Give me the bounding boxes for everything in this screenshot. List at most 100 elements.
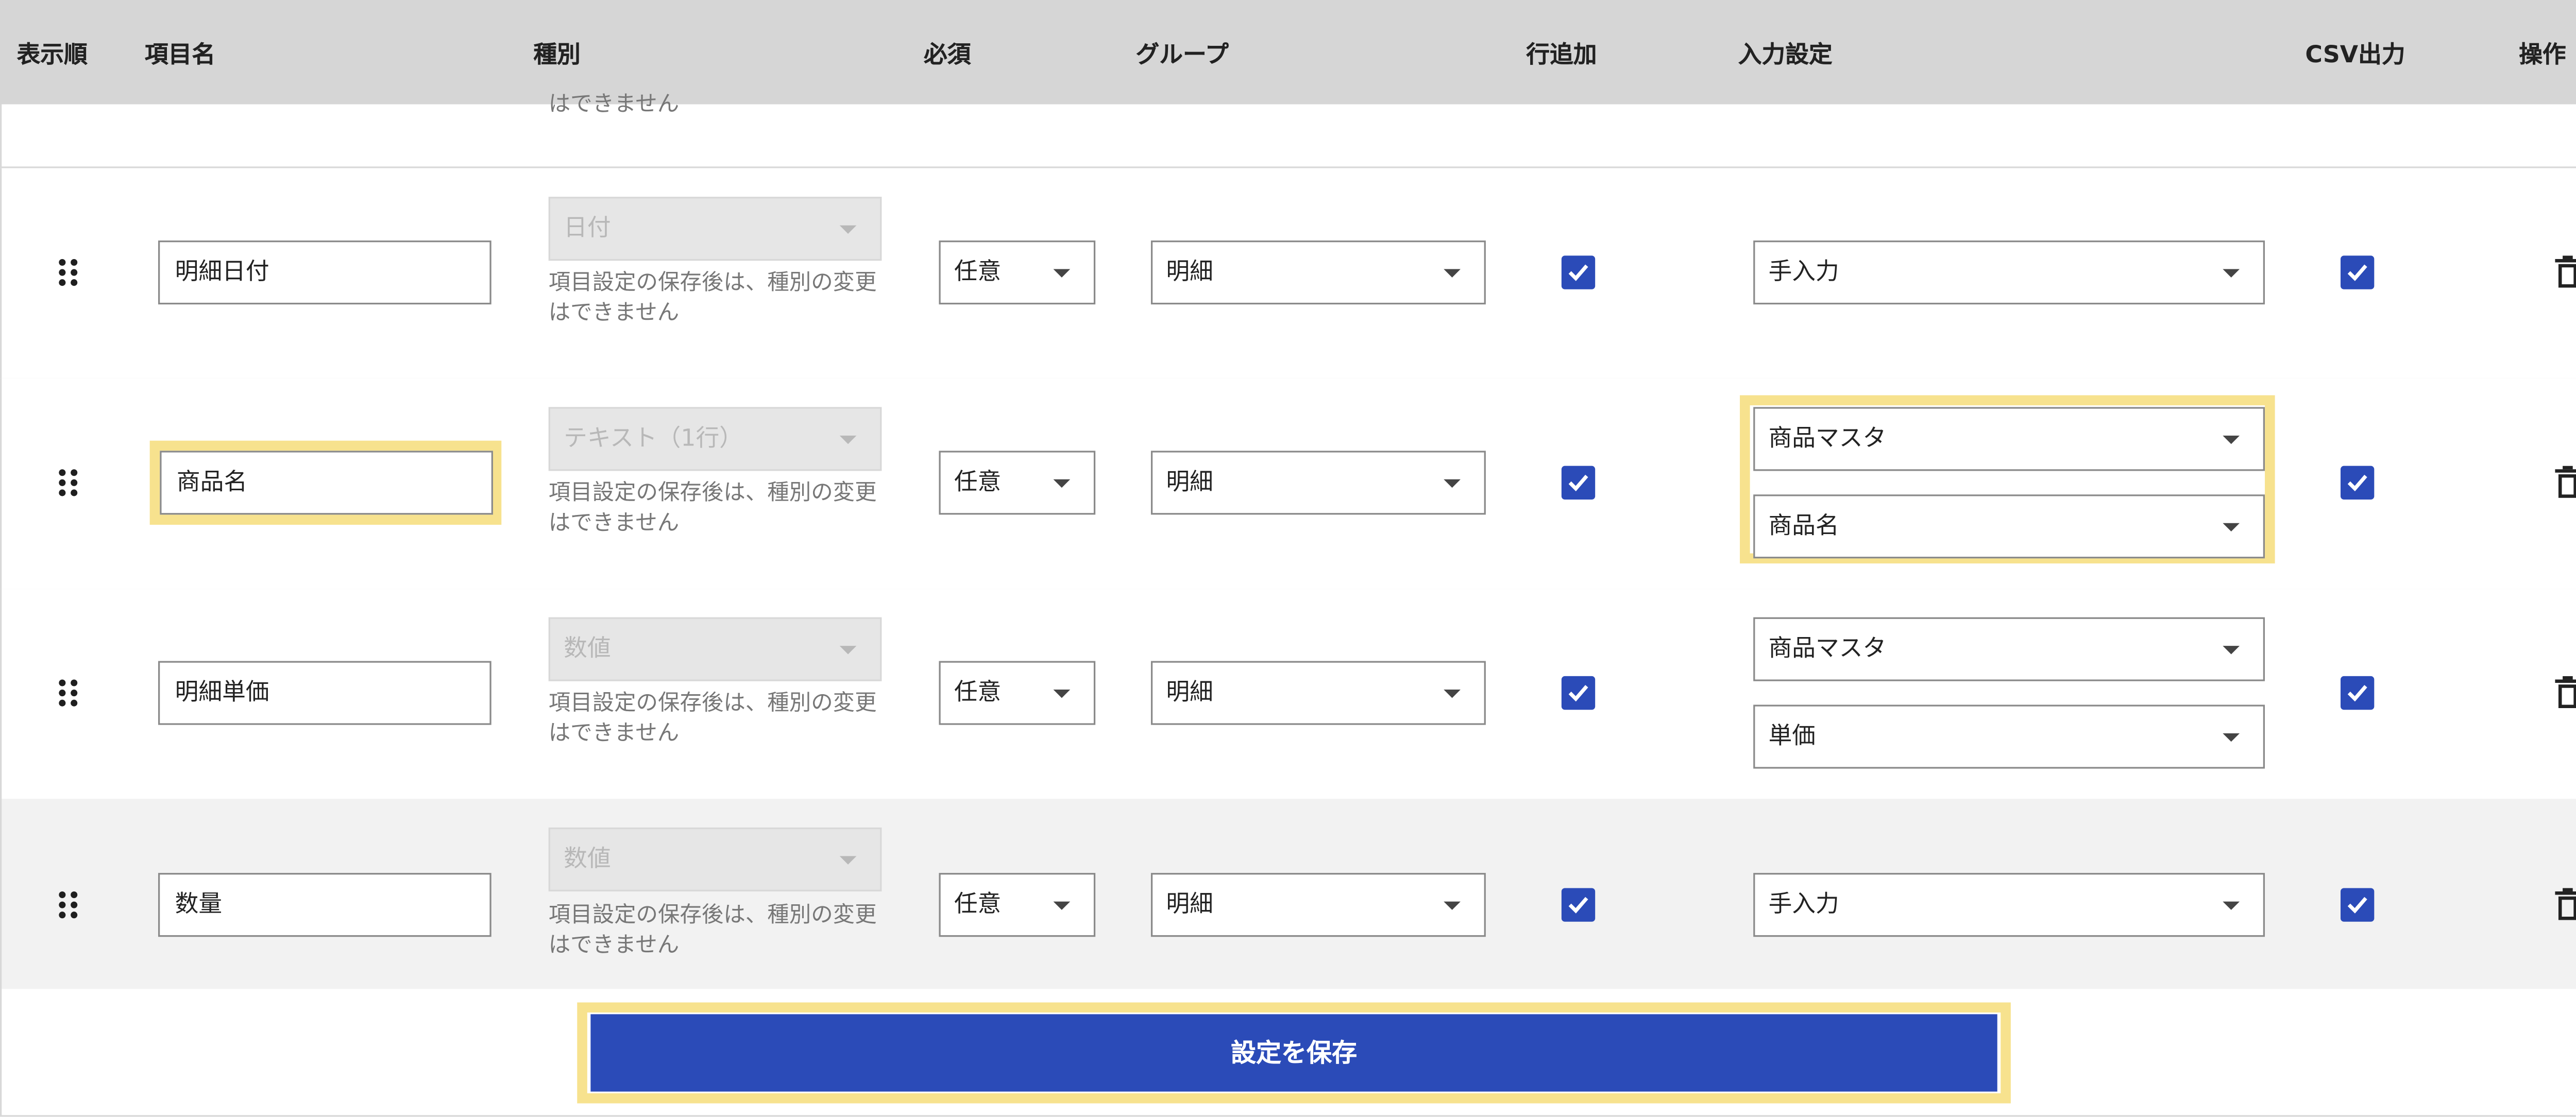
field-name-input[interactable]: 数量 xyxy=(158,873,492,937)
field-name-input[interactable]: 明細単価 xyxy=(158,661,492,725)
type-select: 数値 xyxy=(548,827,882,891)
type-select: 日付 xyxy=(548,197,882,261)
group-select[interactable]: 明細 xyxy=(1150,873,1486,937)
csv-output-checkbox[interactable] xyxy=(2341,255,2375,289)
master-select-value: 商品マスタ xyxy=(1768,425,1887,453)
input-setting-select[interactable]: 手入力 xyxy=(1753,873,2265,937)
type-select-value: テキスト（1行） xyxy=(564,425,743,453)
chevron-down-icon xyxy=(1444,479,1461,488)
master-select[interactable]: 商品マスタ xyxy=(1753,407,2265,471)
save-settings-button[interactable]: 設定を保存 xyxy=(590,1014,1997,1092)
header-type: 種別 xyxy=(533,42,581,69)
table-row: 明細日付 日付 項目設定の保存後は、種別の変更はできません 任意 明細 手入力 xyxy=(0,168,2576,381)
chevron-down-icon xyxy=(839,856,857,865)
required-select-value: 任意 xyxy=(954,679,1002,707)
input-setting-select[interactable]: 手入力 xyxy=(1753,240,2265,305)
trash-icon[interactable] xyxy=(2554,888,2576,921)
chevron-down-icon xyxy=(2223,269,2240,278)
master-field-select-value: 商品名 xyxy=(1768,513,1839,540)
field-settings-screen: 表示順 項目名 種別 必須 グループ 行追加 入力設定 CSV出力 操作 はでき… xyxy=(0,0,2576,1117)
trash-icon[interactable] xyxy=(2554,466,2576,500)
chevron-down-icon xyxy=(1444,690,1461,698)
type-select-value: 日付 xyxy=(564,215,611,243)
checkmark-icon xyxy=(2347,264,2367,281)
chevron-down-icon xyxy=(1053,690,1071,698)
master-field-select-value: 単価 xyxy=(1768,723,1816,750)
chevron-down-icon xyxy=(2223,646,2240,655)
chevron-down-icon xyxy=(839,435,857,444)
header-required: 必須 xyxy=(924,42,971,69)
master-field-select[interactable]: 単価 xyxy=(1753,704,2265,769)
previous-row-partial: はできません xyxy=(0,93,2576,168)
table-header: 表示順 項目名 種別 必須 グループ 行追加 入力設定 CSV出力 操作 xyxy=(0,0,2576,105)
group-select[interactable]: 明細 xyxy=(1150,451,1486,515)
chevron-down-icon xyxy=(1053,479,1071,488)
drag-handle-icon[interactable] xyxy=(59,891,78,919)
csv-output-checkbox[interactable] xyxy=(2341,888,2375,922)
master-select-value: 商品マスタ xyxy=(1768,635,1887,663)
group-select-value: 明細 xyxy=(1166,679,1213,707)
required-select[interactable]: 任意 xyxy=(939,240,1096,305)
group-select-value: 明細 xyxy=(1166,891,1213,919)
add-row-checkbox[interactable] xyxy=(1561,888,1596,922)
field-name-input[interactable]: 商品名 xyxy=(160,451,493,515)
chevron-down-icon xyxy=(1053,269,1071,278)
input-setting-value: 手入力 xyxy=(1768,259,1839,286)
input-setting-value: 手入力 xyxy=(1768,891,1839,919)
type-select: テキスト（1行） xyxy=(548,407,882,471)
drag-handle-icon[interactable] xyxy=(59,469,78,496)
master-field-select[interactable]: 商品名 xyxy=(1753,494,2265,559)
type-select-value: 数値 xyxy=(564,635,611,663)
chevron-down-icon xyxy=(2223,523,2240,532)
checkmark-icon xyxy=(2347,897,2367,914)
add-row-checkbox[interactable] xyxy=(1561,676,1596,710)
chevron-down-icon xyxy=(2223,435,2240,444)
header-add-row: 行追加 xyxy=(1526,42,1597,69)
chevron-down-icon xyxy=(839,646,857,655)
checkmark-icon xyxy=(1568,685,1588,702)
trash-icon[interactable] xyxy=(2554,255,2576,289)
group-select-value: 明細 xyxy=(1166,259,1213,286)
header-group: グループ xyxy=(1136,42,1229,69)
header-name: 項目名 xyxy=(144,42,216,69)
master-select[interactable]: 商品マスタ xyxy=(1753,617,2265,681)
table-row: 数量 数値 項目設定の保存後は、種別の変更はできません 任意 明細 手入力 xyxy=(0,799,2576,989)
type-note: 項目設定の保存後は、種別の変更はできません xyxy=(548,481,877,537)
chevron-down-icon xyxy=(1444,269,1461,278)
chevron-down-icon xyxy=(1053,901,1071,910)
checkmark-icon xyxy=(1568,264,1588,281)
required-select-value: 任意 xyxy=(954,469,1002,496)
group-select-value: 明細 xyxy=(1166,469,1213,496)
drag-handle-icon[interactable] xyxy=(59,259,78,286)
chevron-down-icon xyxy=(839,225,857,234)
add-row-checkbox[interactable] xyxy=(1561,466,1596,500)
type-note: 項目設定の保存後は、種別の変更はできません xyxy=(548,691,877,747)
type-note: 項目設定の保存後は、種別の変更はできません xyxy=(548,903,877,959)
type-select: 数値 xyxy=(548,617,882,681)
field-name-input[interactable]: 明細日付 xyxy=(158,240,492,305)
type-note: 項目設定の保存後は、種別の変更はできません xyxy=(548,270,877,326)
group-select[interactable]: 明細 xyxy=(1150,240,1486,305)
type-select-value: 数値 xyxy=(564,846,611,873)
table-row: 明細単価 数値 項目設定の保存後は、種別の変更はできません 任意 明細 商品マス… xyxy=(0,589,2576,801)
table-row: 商品名 テキスト（1行） 項目設定の保存後は、種別の変更はできません 任意 明細… xyxy=(0,378,2576,591)
type-note: はできません xyxy=(548,92,680,118)
required-select[interactable]: 任意 xyxy=(939,661,1096,725)
csv-output-checkbox[interactable] xyxy=(2341,676,2375,710)
header-order: 表示順 xyxy=(16,42,88,69)
checkmark-icon xyxy=(1568,474,1588,492)
chevron-down-icon xyxy=(2223,901,2240,910)
csv-output-checkbox[interactable] xyxy=(2341,466,2375,500)
header-ops: 操作 xyxy=(2519,42,2566,69)
chevron-down-icon xyxy=(2223,733,2240,742)
required-select[interactable]: 任意 xyxy=(939,873,1096,937)
required-select[interactable]: 任意 xyxy=(939,451,1096,515)
required-select-value: 任意 xyxy=(954,259,1002,286)
chevron-down-icon xyxy=(1444,901,1461,910)
add-row-checkbox[interactable] xyxy=(1561,255,1596,289)
required-select-value: 任意 xyxy=(954,891,1002,919)
group-select[interactable]: 明細 xyxy=(1150,661,1486,725)
checkmark-icon xyxy=(2347,685,2367,702)
drag-handle-icon[interactable] xyxy=(59,679,78,707)
trash-icon[interactable] xyxy=(2554,676,2576,710)
